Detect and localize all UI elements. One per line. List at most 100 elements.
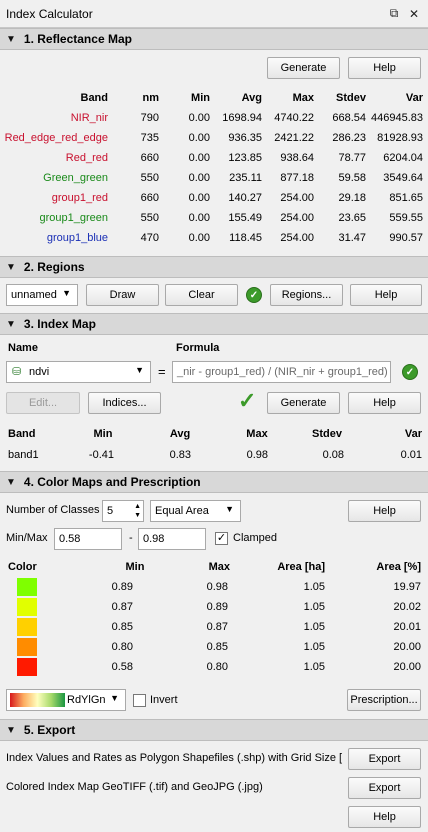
clear-button[interactable]: Clear <box>165 284 238 306</box>
class-color-swatch[interactable] <box>17 638 37 656</box>
section-regions-header[interactable]: ▼ 2. Regions <box>0 256 428 278</box>
regions-button[interactable]: Regions... <box>270 284 343 306</box>
max-value-field[interactable]: 0.98 <box>138 528 206 550</box>
band-var: 3549.64 <box>383 172 423 184</box>
invert-checkbox[interactable] <box>133 694 146 707</box>
band-stdev: 29.18 <box>338 192 366 204</box>
max-col-header: Max <box>208 561 230 573</box>
band-var: 6204.04 <box>383 152 423 164</box>
band-max: 254.00 <box>280 212 314 224</box>
band-max: 254.00 <box>280 192 314 204</box>
class-color-swatch[interactable] <box>17 578 37 596</box>
class-max: 0.80 <box>206 661 228 673</box>
export-geotiff-button[interactable]: Export <box>348 777 421 799</box>
formula-label: Formula <box>176 342 220 354</box>
band-stdev: 78.77 <box>338 152 366 164</box>
help-button[interactable]: Help <box>350 284 422 306</box>
class-min: 0.87 <box>111 601 133 613</box>
close-icon[interactable]: ✕ <box>406 7 422 21</box>
export-shapefile-button[interactable]: Export <box>348 748 421 770</box>
nm-col-header: nm <box>142 92 160 104</box>
band-stdev: 668.54 <box>332 112 366 124</box>
chevron-down-icon: ▼ <box>225 504 234 514</box>
collapse-triangle-icon: ▼ <box>6 724 16 736</box>
band-name: Red_red <box>65 152 108 164</box>
section-title: 2. Regions <box>23 260 85 274</box>
section-title: 3. Index Map <box>23 317 96 331</box>
max-col-header: Max <box>292 92 314 104</box>
undock-icon[interactable]: ⧉ <box>386 6 402 21</box>
band-var: 851.65 <box>389 192 423 204</box>
collapse-triangle-icon: ▼ <box>6 33 16 45</box>
avg-col-header: Avg <box>241 92 262 104</box>
generate-reflectance-button[interactable]: Generate <box>267 57 340 79</box>
section-color-maps-header[interactable]: ▼ 4. Color Maps and Prescription <box>0 471 428 493</box>
collapse-triangle-icon: ▼ <box>6 261 16 273</box>
class-color-swatch[interactable] <box>17 618 37 636</box>
help-button[interactable]: Help <box>348 57 421 79</box>
minmax-label: Min/Max <box>6 532 48 544</box>
class-max: 0.98 <box>206 581 228 593</box>
help-button[interactable]: Help <box>348 392 421 414</box>
region-select[interactable]: unnamed ▼ <box>6 284 78 306</box>
section-export-header[interactable]: ▼ 5. Export <box>0 719 428 741</box>
band-var: 559.55 <box>389 212 423 224</box>
colormap-select[interactable]: RdYlGn ▼ <box>6 689 126 711</box>
clamped-checkbox[interactable]: ✓ <box>215 532 228 545</box>
band-min: 0.00 <box>188 212 210 224</box>
band-stdev: 59.58 <box>338 172 366 184</box>
band-min: 0.00 <box>188 152 210 164</box>
min-value-field[interactable]: 0.58 <box>54 528 122 550</box>
collapse-triangle-icon: ▼ <box>6 476 16 488</box>
generated-checkmark-icon: ✓ <box>238 388 257 413</box>
indices-button[interactable]: Indices... <box>88 392 161 414</box>
band-name: group1_green <box>39 212 108 224</box>
prescription-button[interactable]: Prescription... <box>347 689 421 711</box>
help-button[interactable]: Help <box>348 806 421 828</box>
name-label: Name <box>8 342 38 354</box>
class-max: 0.87 <box>206 621 228 633</box>
formula-field[interactable]: _nir - group1_red) / (NIR_nir + group1_r… <box>172 361 391 383</box>
color-col-header: Color <box>8 561 37 573</box>
min-col-header: Min <box>93 428 113 440</box>
band-name: group1_red <box>51 192 108 204</box>
colormap-value: RdYlGn <box>67 694 106 706</box>
section-title: 4. Color Maps and Prescription <box>23 475 201 489</box>
section-title: 5. Export <box>23 723 76 737</box>
min-col-header: Min <box>191 92 210 104</box>
spin-arrows-icon[interactable]: ▲ ▼ <box>134 502 141 520</box>
area-ha-col-header: Area [ha] <box>277 561 325 573</box>
draw-button[interactable]: Draw <box>86 284 159 306</box>
class-color-swatch[interactable] <box>17 598 37 616</box>
class-area-ha: 1.05 <box>303 581 325 593</box>
class-area-ha: 1.05 <box>303 621 325 633</box>
generate-index-button[interactable]: Generate <box>267 392 340 414</box>
band-stdev: 286.23 <box>332 132 366 144</box>
band-stdev: 31.47 <box>338 232 366 244</box>
band-nm: 790 <box>140 112 159 124</box>
band-name: NIR_nir <box>70 112 108 124</box>
band-name: Green_green <box>43 172 108 184</box>
index-stdev: 0.08 <box>322 449 344 461</box>
help-button[interactable]: Help <box>348 500 421 522</box>
num-classes-spinbox[interactable]: 5 ▲ ▼ <box>102 500 144 522</box>
index-max: 0.98 <box>246 449 268 461</box>
band-min: 0.00 <box>188 112 210 124</box>
stdev-col-header: Stdev <box>312 428 342 440</box>
class-area-pct: 20.02 <box>393 601 421 613</box>
band-nm: 660 <box>140 192 159 204</box>
classification-method-select[interactable]: Equal Area ▼ <box>150 500 241 522</box>
band-avg: 235.11 <box>229 172 262 184</box>
invert-label: Invert <box>150 694 178 706</box>
section-reflectance-map-header[interactable]: ▼ 1. Reflectance Map <box>0 28 428 50</box>
class-max: 0.85 <box>206 641 228 653</box>
section-index-map-header[interactable]: ▼ 3. Index Map <box>0 313 428 335</box>
region-status-check-icon: ✓ <box>246 287 262 303</box>
band-min: 0.00 <box>188 132 210 144</box>
num-classes-value: 5 <box>107 505 114 517</box>
class-min: 0.85 <box>111 621 133 633</box>
class-color-swatch[interactable] <box>17 658 37 676</box>
edit-index-button[interactable]: Edit... <box>6 392 80 414</box>
index-select[interactable]: ⛁ ndvi ▼ <box>6 361 151 383</box>
min-col-header: Min <box>125 561 145 573</box>
